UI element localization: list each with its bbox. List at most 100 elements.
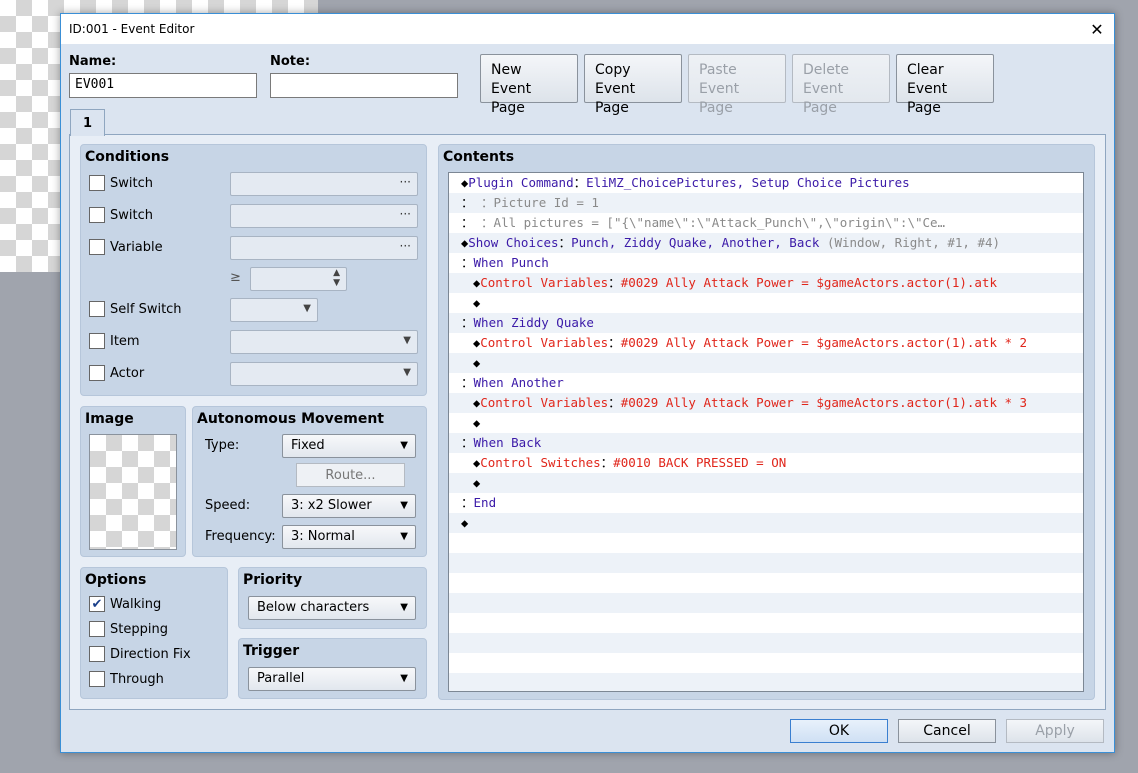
spinner-icon[interactable]: ▲ ▼ xyxy=(333,268,340,288)
command-text: #0010 BACK PRESSED = ON xyxy=(613,455,787,470)
item-checkbox[interactable]: Item xyxy=(89,333,140,349)
checkbox-label: Direction Fix xyxy=(110,646,191,662)
command-name: Control Variables xyxy=(480,395,609,410)
movement-frequency-select[interactable]: 3: Normal ▼ xyxy=(282,525,416,549)
walking-checkbox[interactable]: ✔ Walking xyxy=(89,596,161,612)
through-checkbox[interactable]: Through xyxy=(89,671,164,687)
delete-event-page-button[interactable]: Delete Event Page xyxy=(792,54,890,116)
select-value: Below characters xyxy=(257,600,370,615)
command-row[interactable]: ◆ xyxy=(449,353,1083,373)
command-row[interactable]: ：When Another xyxy=(449,373,1083,393)
switch1-selector[interactable]: ··· xyxy=(230,172,418,196)
trigger-group: Trigger Parallel ▼ xyxy=(238,638,427,699)
command-row[interactable]: ◆Show Choices：Punch, Ziddy Quake, Anothe… xyxy=(449,233,1083,253)
titlebar: ID:001 - Event Editor ✕ xyxy=(61,14,1114,44)
checkbox-box[interactable] xyxy=(89,239,105,255)
command-diamond-icon: ◆ xyxy=(473,296,481,310)
new-event-page-button[interactable]: New Event Page xyxy=(480,54,578,116)
self-switch-select[interactable]: ▼ xyxy=(230,298,318,322)
checkbox-box[interactable] xyxy=(89,207,105,223)
checkbox-box[interactable] xyxy=(89,175,105,191)
movement-type-select[interactable]: Fixed ▼ xyxy=(282,434,416,458)
checkbox-box[interactable] xyxy=(89,365,105,381)
command-row[interactable]: ◆Control Variables：#0029 Ally Attack Pow… xyxy=(449,393,1083,413)
variable-checkbox[interactable]: Variable xyxy=(89,239,163,255)
priority-select[interactable]: Below characters ▼ xyxy=(248,596,416,620)
cancel-button[interactable]: Cancel xyxy=(898,719,996,743)
variable-value-spinner[interactable]: ▲ ▼ xyxy=(250,267,347,291)
command-text: #0029 Ally Attack Power = $gameActors.ac… xyxy=(620,275,997,290)
command-name: ： xyxy=(461,255,474,270)
route-button[interactable]: Route... xyxy=(296,463,405,487)
copy-event-page-button[interactable]: Copy Event Page xyxy=(584,54,682,116)
checkbox-label: Switch xyxy=(110,175,153,191)
command-row[interactable]: ◆Control Switches：#0010 BACK PRESSED = O… xyxy=(449,453,1083,473)
select-value: 3: x2 Slower xyxy=(291,498,372,513)
command-name: ： xyxy=(461,315,474,330)
self-switch-checkbox[interactable]: Self Switch xyxy=(89,301,182,317)
chevron-down-icon: ▼ xyxy=(403,335,411,346)
event-command-list[interactable]: ◆Plugin Command：EliMZ_ChoicePictures, Se… xyxy=(448,172,1084,692)
chevron-down-icon: ▼ xyxy=(400,440,408,451)
select-value: Fixed xyxy=(291,438,325,453)
command-text: When Punch xyxy=(473,255,549,270)
empty-row xyxy=(449,553,1083,573)
command-row[interactable]: ： ：Picture Id = 1 xyxy=(449,193,1083,213)
checkbox-box[interactable] xyxy=(89,671,105,687)
clear-event-page-button[interactable]: Clear Event Page xyxy=(896,54,994,116)
command-row[interactable]: ◆Plugin Command：EliMZ_ChoicePictures, Se… xyxy=(449,173,1083,193)
command-name: Control Variables xyxy=(480,335,609,350)
actor-checkbox[interactable]: Actor xyxy=(89,365,144,381)
check-icon[interactable]: ✔ xyxy=(89,596,105,612)
checkbox-label: Stepping xyxy=(110,621,168,637)
variable-selector[interactable]: ··· xyxy=(230,236,418,260)
trigger-select[interactable]: Parallel ▼ xyxy=(248,667,416,691)
item-select[interactable]: ▼ xyxy=(230,330,418,354)
command-row[interactable]: ：When Ziddy Quake xyxy=(449,313,1083,333)
empty-row xyxy=(449,633,1083,653)
event-image-preview[interactable] xyxy=(89,434,177,550)
command-row[interactable]: ◆ xyxy=(449,473,1083,493)
actor-select[interactable]: ▼ xyxy=(230,362,418,386)
command-row[interactable]: ：End xyxy=(449,493,1083,513)
autonomous-movement-group: Autonomous Movement Type: Fixed ▼ Route..… xyxy=(192,406,427,557)
command-name: ： xyxy=(461,215,474,230)
checkbox-box[interactable] xyxy=(89,621,105,637)
command-text: Punch, Ziddy Quake, Another, Back xyxy=(571,235,820,250)
checkbox-box[interactable] xyxy=(89,646,105,662)
options-title: Options xyxy=(85,572,147,588)
command-text: End xyxy=(473,495,497,510)
command-row[interactable]: ◆Control Variables：#0029 Ally Attack Pow… xyxy=(449,333,1083,353)
command-row[interactable]: ：When Punch xyxy=(449,253,1083,273)
command-text: When Another xyxy=(473,375,564,390)
command-text: When Back xyxy=(473,435,542,450)
chevron-down-icon: ▼ xyxy=(400,673,408,684)
command-row[interactable]: ◆ xyxy=(449,293,1083,313)
command-row[interactable]: ◆ xyxy=(449,413,1083,433)
command-row[interactable]: ： ：All pictures = ["{\"name\":\"Attack_P… xyxy=(449,213,1083,233)
gte-label: ≥ xyxy=(230,270,241,285)
command-separator: ： xyxy=(608,335,621,350)
name-field[interactable]: EV001 xyxy=(69,73,257,98)
command-row[interactable]: ◆Control Variables：#0029 Ally Attack Pow… xyxy=(449,273,1083,293)
checkbox-box[interactable] xyxy=(89,301,105,317)
command-row[interactable]: ：When Back xyxy=(449,433,1083,453)
switch2-checkbox[interactable]: Switch xyxy=(89,207,153,223)
apply-button[interactable]: Apply xyxy=(1006,719,1104,743)
direction-fix-checkbox[interactable]: Direction Fix xyxy=(89,646,191,662)
close-icon[interactable]: ✕ xyxy=(1080,14,1114,44)
button-line: Event Page xyxy=(803,81,844,116)
ok-button[interactable]: OK xyxy=(790,719,888,743)
note-field[interactable] xyxy=(270,73,458,98)
switch2-selector[interactable]: ··· xyxy=(230,204,418,228)
empty-row xyxy=(449,613,1083,633)
tab-page-1[interactable]: 1 xyxy=(70,109,105,136)
movement-speed-select[interactable]: 3: x2 Slower ▼ xyxy=(282,494,416,518)
paste-event-page-button[interactable]: Paste Event Page xyxy=(688,54,786,116)
stepping-checkbox[interactable]: Stepping xyxy=(89,621,168,637)
command-row[interactable]: ◆ xyxy=(449,513,1083,533)
switch1-checkbox[interactable]: Switch xyxy=(89,175,153,191)
checkbox-box[interactable] xyxy=(89,333,105,349)
command-name: Control Variables xyxy=(480,275,609,290)
priority-group: Priority Below characters ▼ xyxy=(238,567,427,629)
